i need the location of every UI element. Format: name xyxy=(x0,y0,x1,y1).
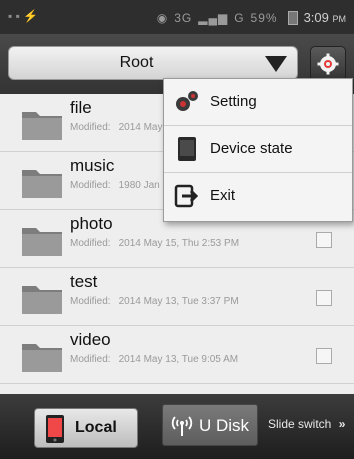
gears-icon xyxy=(176,91,198,111)
udisk-button[interactable]: U Disk xyxy=(162,404,258,446)
menu-item-setting[interactable]: Setting xyxy=(164,79,352,126)
file-row-test[interactable]: test Modified: 2014 May 13, Tue 3:37 PM xyxy=(0,268,354,326)
file-modified: Modified: 2014 May 13, Tue 3:37 PM xyxy=(70,296,239,307)
signal-icon: ▂▄▆ xyxy=(198,10,229,25)
network-type: 3G xyxy=(174,10,193,25)
slide-switch-hint[interactable]: Slide switch » xyxy=(268,417,345,431)
status-indicators: ◉ 3G ▂▄▆ G 59% 3:09 PM xyxy=(157,10,346,25)
phone-icon xyxy=(46,415,64,443)
file-modified: Modified: 2014 May 13, Tue 9:05 AM xyxy=(70,354,239,365)
folder-icon xyxy=(22,228,62,256)
select-checkbox[interactable] xyxy=(316,290,332,306)
folder-icon xyxy=(22,170,62,198)
dropdown-arrow-icon xyxy=(265,56,287,72)
battery-icon xyxy=(287,10,298,25)
bottom-bar: Local U Disk Slide switch » xyxy=(0,394,354,459)
file-modified: Modified: 2014 May 15, Thu 2:53 PM xyxy=(70,238,240,249)
status-bar: ▪ ▪ ⚡ ◉ 3G ▂▄▆ G 59% 3:09 PM xyxy=(0,0,354,34)
device-icon xyxy=(178,137,196,161)
path-label: Root xyxy=(119,54,154,71)
file-name: photo xyxy=(70,214,113,233)
path-dropdown[interactable]: Root xyxy=(8,46,298,80)
slide-switch-label: Slide switch xyxy=(268,417,332,431)
options-menu: Setting Device state Exit xyxy=(163,78,353,222)
battery-percent: 59% xyxy=(250,10,278,25)
select-checkbox[interactable] xyxy=(316,348,332,364)
gear-icon xyxy=(317,53,339,75)
file-name: test xyxy=(70,272,98,291)
antenna-icon xyxy=(171,416,193,436)
chevron-right-icon: » xyxy=(338,417,346,431)
menu-item-device-state[interactable]: Device state xyxy=(164,126,352,173)
clock: 3:09 PM xyxy=(303,10,346,25)
file-row-video[interactable]: video Modified: 2014 May 13, Tue 9:05 AM xyxy=(0,326,354,384)
network-type-2: G xyxy=(234,10,245,25)
folder-icon xyxy=(22,344,62,372)
select-checkbox[interactable] xyxy=(316,232,332,248)
file-name: video xyxy=(70,330,111,349)
local-button[interactable]: Local xyxy=(34,408,138,448)
folder-icon xyxy=(22,286,62,314)
local-label: Local xyxy=(75,419,117,436)
folder-icon xyxy=(22,112,62,140)
wifi-icon: ◉ xyxy=(156,10,169,25)
settings-button[interactable] xyxy=(310,46,346,82)
file-modified: Modified: 2014 May xyxy=(70,122,163,133)
notification-icons: ▪ ▪ ⚡ xyxy=(8,9,39,23)
file-name: music xyxy=(70,156,115,175)
file-modified: Modified: 1980 Jan xyxy=(70,180,160,191)
menu-label: Setting xyxy=(210,93,257,110)
menu-label: Device state xyxy=(210,140,293,157)
udisk-label: U Disk xyxy=(199,416,250,435)
exit-icon xyxy=(174,184,199,208)
file-name: file xyxy=(70,98,92,117)
menu-label: Exit xyxy=(210,187,236,204)
menu-item-exit[interactable]: Exit xyxy=(164,173,352,220)
